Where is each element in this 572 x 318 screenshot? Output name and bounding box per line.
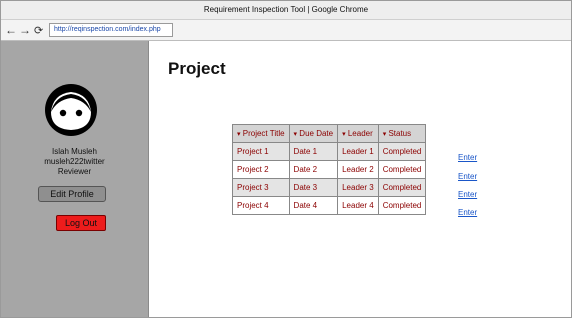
column-header-label: Due Date	[299, 129, 334, 138]
page-title: Project	[168, 59, 226, 78]
table-cell: Date 1	[288, 142, 339, 161]
enter-link-project-2[interactable]: Enter	[458, 172, 477, 181]
table-cell: Completed	[377, 142, 427, 161]
sort-arrow-icon: ▾	[382, 131, 387, 138]
url-field[interactable]: http://reqinspection.com/index.php	[49, 23, 173, 37]
projects-table: ▾ Project Title ▾ Due Date ▾ Leader ▾ St…	[232, 124, 427, 215]
table-cell: Project 2	[232, 160, 290, 179]
table-cell: Project 1	[232, 142, 290, 161]
table-cell: Date 3	[288, 178, 339, 197]
table-row: Project 4 Date 4 Leader 4 Completed	[232, 196, 427, 215]
table-row: Project 3 Date 3 Leader 3 Completed	[232, 178, 427, 197]
table-cell: Date 4	[288, 196, 339, 215]
table-cell: Completed	[377, 160, 427, 179]
address-bar: ← → ⟳ http://reqinspection.com/index.php	[1, 20, 571, 41]
table-cell: Leader 2	[337, 160, 379, 179]
table-header-row: ▾ Project Title ▾ Due Date ▾ Leader ▾ St…	[232, 124, 427, 143]
reload-icon[interactable]: ⟳	[34, 24, 43, 38]
edit-profile-button[interactable]: Edit Profile	[38, 186, 106, 202]
column-header-label: Leader	[347, 129, 373, 138]
table-cell: Completed	[377, 196, 427, 215]
column-header-label: Project Title	[242, 129, 285, 138]
forward-arrow-icon[interactable]: →	[19, 23, 31, 37]
column-header-label: Status	[388, 129, 412, 138]
table-cell: Completed	[377, 178, 427, 197]
column-header-due-date[interactable]: ▾ Due Date	[288, 124, 339, 143]
user-role: Reviewer	[57, 167, 92, 176]
column-header-leader[interactable]: ▾ Leader	[337, 124, 379, 143]
table-cell: Leader 4	[337, 196, 379, 215]
table-row: Project 1 Date 1 Leader 1 Completed	[232, 142, 427, 161]
table-cell: Date 2	[288, 160, 339, 179]
log-out-button[interactable]: Log Out	[56, 215, 106, 231]
table-cell: Project 4	[232, 196, 290, 215]
enter-link-project-3[interactable]: Enter	[458, 190, 477, 199]
sort-arrow-icon: ▾	[293, 131, 298, 138]
back-arrow-icon[interactable]: ←	[5, 23, 17, 37]
user-handle: musleh222twitter	[44, 157, 105, 166]
avatar-face-icon	[45, 84, 97, 136]
table-cell: Project 3	[232, 178, 290, 197]
table-cell: Leader 1	[337, 142, 379, 161]
sort-arrow-icon: ▾	[342, 131, 346, 138]
sidebar: Islah Musleh musleh222twitter Reviewer E…	[1, 41, 149, 317]
enter-link-project-4[interactable]: Enter	[458, 208, 477, 217]
window-title: Requirement Inspection Tool | Google Chr…	[1, 1, 571, 20]
browser-window: Requirement Inspection Tool | Google Chr…	[0, 0, 572, 318]
column-header-status[interactable]: ▾ Status	[377, 124, 427, 143]
sort-arrow-icon: ▾	[237, 131, 241, 138]
user-name: Islah Musleh	[52, 147, 97, 156]
column-header-project-title[interactable]: ▾ Project Title	[232, 124, 290, 143]
enter-link-project-1[interactable]: Enter	[458, 153, 477, 162]
table-cell: Leader 3	[337, 178, 379, 197]
table-row: Project 2 Date 2 Leader 2 Completed	[232, 160, 427, 179]
